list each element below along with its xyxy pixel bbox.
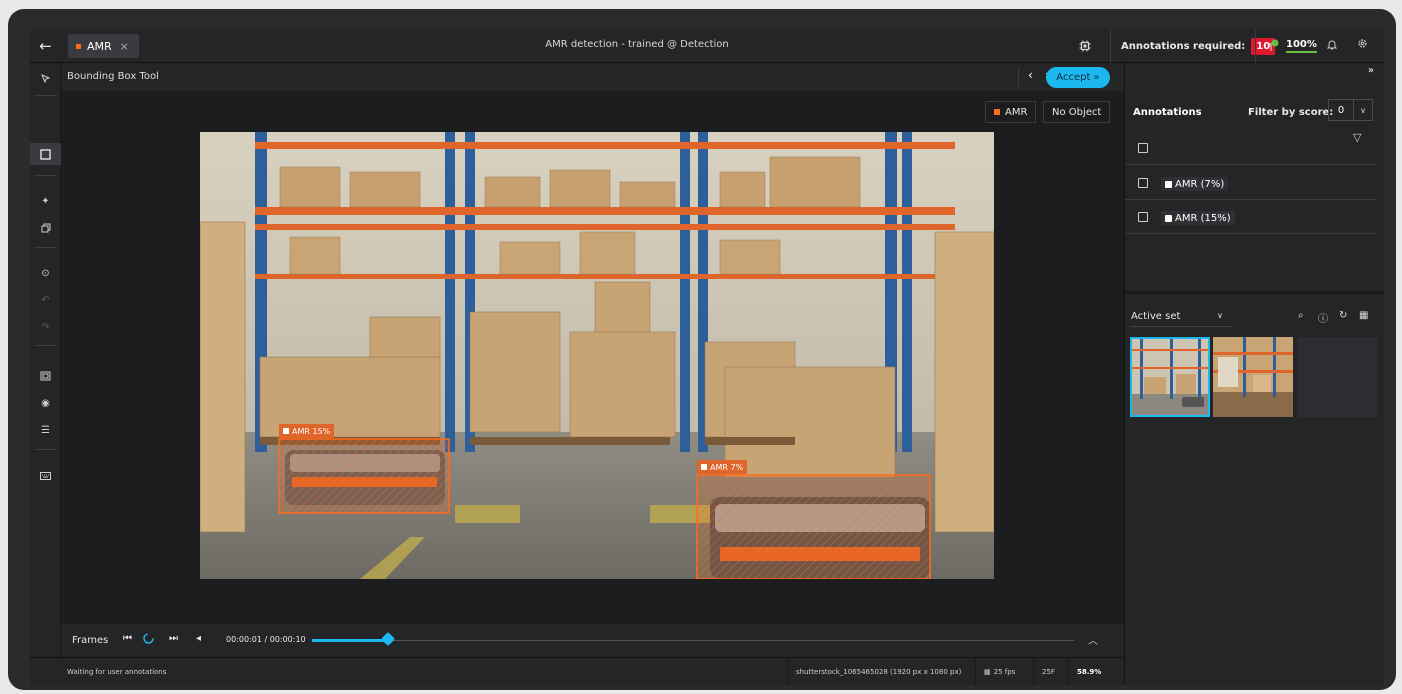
frames-label: Frames bbox=[72, 635, 109, 646]
thumbnail[interactable] bbox=[1213, 337, 1293, 417]
timeline-progress bbox=[312, 639, 388, 642]
annotations-required: Annotations required: 10 bbox=[1110, 29, 1276, 63]
credit-indicator[interactable]: 100% bbox=[1255, 29, 1317, 63]
top-bar: ← AMR × AMR detection - trained @ Detect… bbox=[30, 29, 1384, 63]
film-icon: ▦ bbox=[984, 668, 991, 676]
timecode: 00:00:01 / 00:00:10 bbox=[226, 635, 306, 644]
bell-icon[interactable] bbox=[1326, 39, 1338, 53]
redo-icon[interactable]: ↷ bbox=[30, 316, 61, 338]
copy-icon[interactable] bbox=[30, 217, 61, 239]
select-all-row bbox=[1125, 131, 1377, 165]
info-icon[interactable]: ⓘ bbox=[1318, 310, 1328, 325]
timeline-thumb[interactable] bbox=[380, 631, 396, 647]
fps-text: 25 fps bbox=[993, 668, 1016, 676]
fps-info: ▦ 25 fps bbox=[975, 658, 1023, 685]
credit-percentage: 100% bbox=[1286, 39, 1317, 53]
settings-icon[interactable] bbox=[1357, 38, 1368, 52]
label-amr-chip[interactable]: AMR bbox=[985, 101, 1037, 123]
thumbnail-empty[interactable] bbox=[1297, 337, 1377, 417]
detection-label-text: AMR 7% bbox=[710, 462, 744, 472]
tool-name: Bounding Box Tool bbox=[67, 71, 159, 82]
left-toolbar: ✦ ⊙ ↶ ↷ ◉ ☰ ? bbox=[30, 63, 61, 685]
next-frame-icon[interactable]: ⏭ bbox=[169, 633, 178, 644]
thumbnail-selected[interactable] bbox=[1130, 337, 1210, 417]
status-bar: Waiting for user annotations shutterstoc… bbox=[30, 657, 1124, 685]
annotation-item[interactable]: AMR (7%) bbox=[1125, 166, 1377, 200]
cpu-icon[interactable] bbox=[1077, 38, 1093, 54]
chevron-down-icon[interactable]: ∨ bbox=[1354, 99, 1373, 121]
annotation-tag: AMR (15%) bbox=[1161, 211, 1235, 225]
project-title: AMR detection - trained @ Detection bbox=[545, 39, 729, 50]
loading-spinner-icon bbox=[143, 633, 154, 647]
prev-button[interactable]: ‹ bbox=[1028, 68, 1033, 82]
filter-score-label: Filter by score: bbox=[1248, 107, 1334, 118]
zoom-level[interactable]: 58.9% bbox=[1068, 658, 1109, 685]
undo-icon[interactable]: ↶ bbox=[30, 289, 61, 311]
no-object-text: No Object bbox=[1052, 106, 1102, 118]
label-icon bbox=[1165, 214, 1172, 222]
no-object-button[interactable]: No Object bbox=[1043, 101, 1111, 123]
annotations-title: Annotations bbox=[1133, 107, 1202, 118]
annotations-panel: » Annotations Filter by score: 0 ∨ ▽ AMR… bbox=[1124, 63, 1384, 685]
label-icon bbox=[701, 464, 707, 470]
filter-score-input[interactable]: 0 bbox=[1328, 99, 1354, 121]
annotation-tag: AMR (7%) bbox=[1161, 177, 1229, 191]
frames-bar: Frames ⏮ ⏭ ◂ 00:00:01 / 00:00:10 ︿ bbox=[61, 624, 1124, 657]
active-set-dropdown[interactable]: Active set bbox=[1131, 311, 1180, 322]
keyboard-icon[interactable] bbox=[30, 465, 61, 487]
sliders-icon[interactable]: ☰ bbox=[30, 419, 61, 441]
label-icon bbox=[283, 428, 289, 434]
collapse-panel-button[interactable]: » bbox=[1368, 65, 1374, 76]
funnel-icon[interactable]: ▽ bbox=[1353, 131, 1361, 144]
grid-icon[interactable]: ▦ bbox=[1359, 310, 1368, 321]
target-icon[interactable]: ⊙ bbox=[30, 262, 61, 284]
chevron-down-icon[interactable]: ∨ bbox=[1217, 311, 1223, 320]
fit-icon[interactable] bbox=[30, 365, 61, 387]
frame-number: 25F bbox=[1033, 658, 1063, 685]
label-icon bbox=[1165, 180, 1172, 188]
warehouse-image[interactable]: AMR 15% AMR 7% bbox=[200, 132, 994, 579]
first-frame-icon[interactable]: ⏮ bbox=[123, 633, 132, 644]
bounding-box-icon[interactable] bbox=[30, 143, 61, 165]
magic-icon[interactable]: ✦ bbox=[30, 190, 61, 212]
annotation-canvas[interactable]: AMR No Object AMR 15% AMR 7% bbox=[61, 91, 1124, 624]
timeline-track[interactable] bbox=[312, 640, 1074, 641]
accept-button[interactable]: Accept » bbox=[1046, 67, 1110, 88]
credit-icon bbox=[1267, 39, 1279, 51]
select-icon[interactable] bbox=[30, 68, 61, 90]
select-all-checkbox[interactable] bbox=[1138, 143, 1148, 153]
search-icon[interactable]: ⌕ bbox=[1298, 310, 1304, 321]
detection-box-amr-15[interactable] bbox=[278, 438, 450, 514]
eye-icon[interactable]: ◉ bbox=[30, 392, 61, 414]
mute-icon[interactable]: ◂ bbox=[196, 633, 201, 644]
annotation-label: AMR (7%) bbox=[1175, 178, 1225, 190]
detection-box-amr-7[interactable] bbox=[696, 474, 931, 579]
refresh-icon[interactable]: ↻ bbox=[1339, 310, 1347, 321]
detection-label-amr-15: AMR 15% bbox=[279, 424, 335, 438]
annotations-required-label: Annotations required: bbox=[1121, 40, 1246, 52]
annotation-item[interactable]: AMR (15%) bbox=[1125, 200, 1377, 234]
media-thumbnails bbox=[1130, 337, 1378, 419]
annotation-label: AMR (15%) bbox=[1175, 212, 1231, 224]
panel-divider bbox=[1125, 291, 1384, 294]
detection-label-text: AMR 15% bbox=[292, 426, 331, 436]
detection-label-amr-7: AMR 7% bbox=[697, 460, 748, 474]
annotation-checkbox[interactable] bbox=[1138, 178, 1148, 188]
label-amr-text: AMR bbox=[1005, 106, 1028, 118]
status-message: Waiting for user annotations bbox=[67, 668, 167, 676]
device-frame: ← AMR × AMR detection - trained @ Detect… bbox=[8, 9, 1396, 690]
app-window: ← AMR × AMR detection - trained @ Detect… bbox=[30, 29, 1384, 685]
label-color-square bbox=[994, 109, 1000, 115]
expand-timeline-icon[interactable]: ︿ bbox=[1088, 632, 1098, 647]
annotation-checkbox[interactable] bbox=[1138, 212, 1148, 222]
tool-header: Bounding Box Tool ‹ › Accept » bbox=[61, 63, 1124, 91]
file-info: shutterstock_1065465028 (1920 px x 1080 … bbox=[787, 658, 969, 685]
